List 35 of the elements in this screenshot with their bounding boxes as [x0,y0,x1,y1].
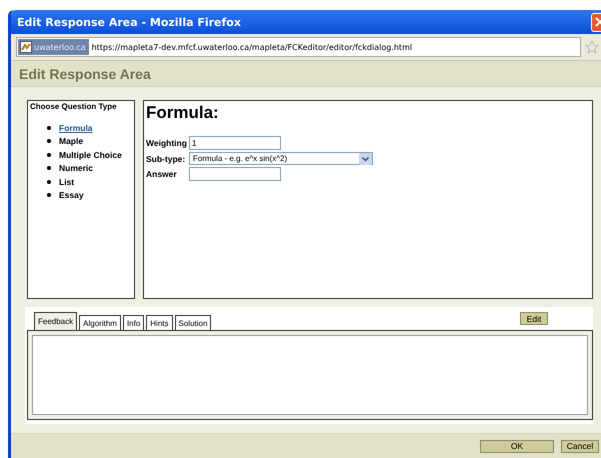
editor-area[interactable] [32,335,588,415]
site-icon [20,41,32,53]
dialog-button[interactable]: Cancel [561,440,599,452]
tab[interactable]: Algorithm [79,315,121,330]
edit-button[interactable]: Edit [520,312,548,325]
question-type-link[interactable]: Multiple Choice [59,150,122,160]
bullet-icon [47,152,51,157]
window-title: Edit Response Area - Mozilla Firefox [17,16,242,28]
subtype-dropdown[interactable]: Formula - e.g. e^x sin(x^2) [188,152,373,165]
dialog-button[interactable]: OK [480,440,554,452]
question-type-link[interactable]: Maple [59,136,84,146]
star-icon[interactable] [585,40,599,54]
question-type-link[interactable]: Numeric [59,163,94,174]
tab[interactable]: Solution [174,315,212,330]
form-heading: Formula: [146,103,220,123]
tab[interactable]: Info [122,315,144,330]
address-field[interactable]: uwaterloo.ca https://mapleta7-dev.mfcf.uwaterloo.ca/mapleta/FCKeditor/editor/fckdialog.html [16,37,581,57]
text-field[interactable]: 1 [188,136,281,150]
question-type-link[interactable]: List [59,176,74,187]
url-text: https://mapleta7-dev.mfcf.uwaterloo.ca/mapleta/FCKeditor/editor/fckdialog.html [92,42,412,52]
field-label: Answer [146,169,178,179]
bullet-icon [47,180,51,184]
bullet-icon [47,139,51,144]
bullet-icon [47,126,51,130]
bullet-icon [47,166,51,170]
tab[interactable]: Hints [146,315,173,330]
panel-title: Choose Question Type [30,102,118,111]
field-label: Sub-type: [146,154,186,164]
tab[interactable]: Feedback [34,312,78,330]
dialog-title: Edit Response Area [19,66,151,82]
bullet-icon [47,193,51,198]
field-label: Weighting [146,138,187,148]
question-type-link[interactable]: Formula [59,122,93,133]
question-type-link[interactable]: Essay [59,190,84,200]
text-field[interactable] [188,167,281,181]
